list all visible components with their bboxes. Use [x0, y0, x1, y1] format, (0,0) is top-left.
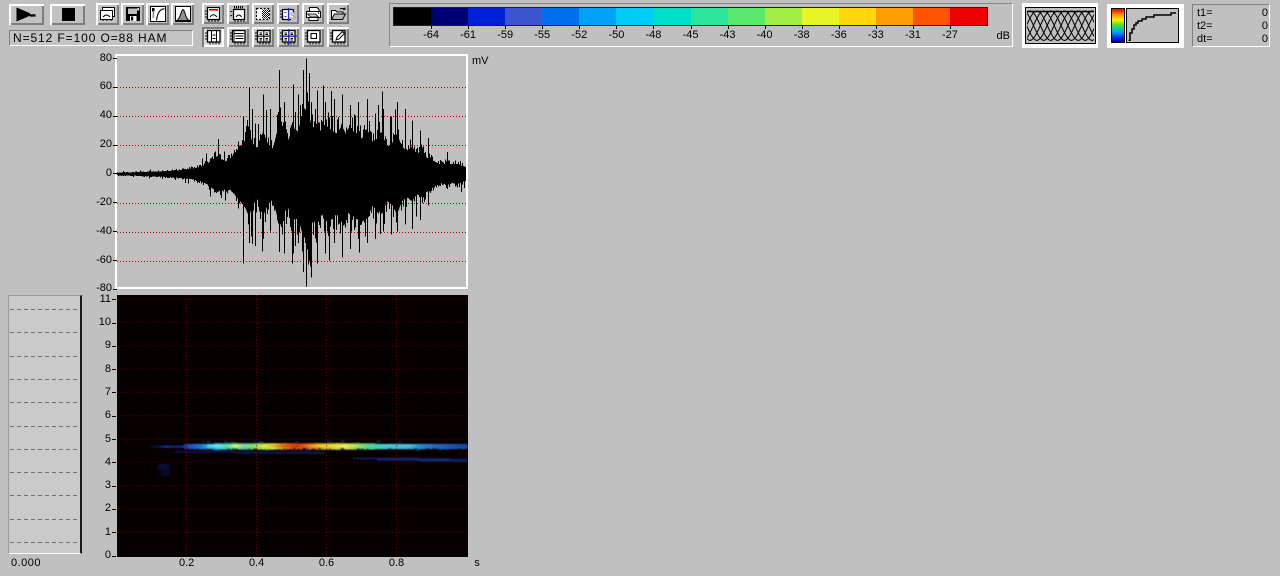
svg-text:S: S — [289, 11, 296, 22]
